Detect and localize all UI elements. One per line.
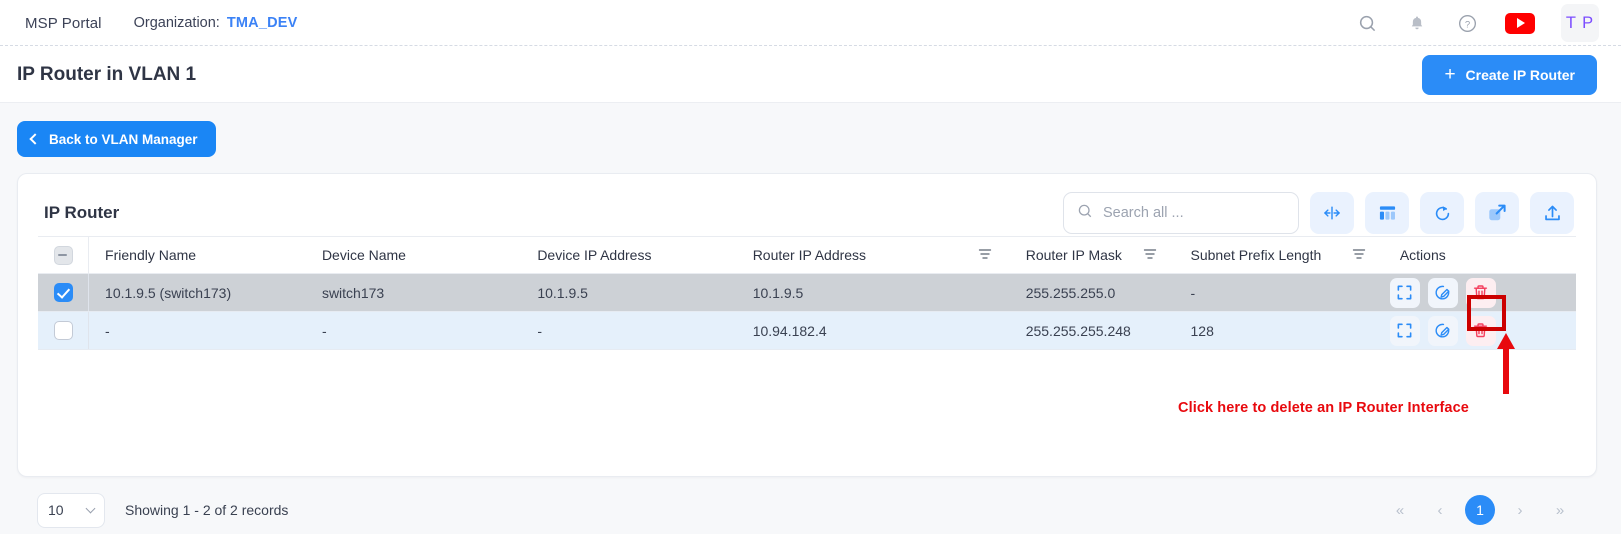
cell-friendly-name: 10.1.9.5 (switch173) (89, 274, 306, 312)
column-label: Router IP Mask (1026, 247, 1122, 263)
table-footer: 10 Showing 1 - 2 of 2 records « ‹ 1 › » (17, 481, 1597, 534)
back-to-vlan-manager-button[interactable]: Back to VLAN Manager (17, 121, 216, 157)
organization-value[interactable]: TMA_DEV (227, 15, 298, 31)
expand-row-icon[interactable] (1390, 316, 1420, 346)
page-size-value: 10 (48, 502, 64, 518)
column-label: Device IP Address (537, 247, 651, 263)
help-circle-icon[interactable]: ? (1455, 11, 1479, 35)
row-select-cell[interactable] (38, 312, 89, 350)
column-label: Router IP Address (753, 247, 866, 263)
column-label: Device Name (322, 247, 406, 263)
svg-text:?: ? (1464, 19, 1469, 30)
cell-subnet-prefix: 128 (1175, 312, 1384, 350)
select-all-cell[interactable] (38, 237, 89, 274)
pagination-last[interactable]: » (1545, 495, 1575, 525)
ip-router-card: IP Router (17, 173, 1597, 477)
top-bar: MSP Portal Organization: TMA_DEV ? T P (0, 0, 1621, 46)
page-size-select[interactable]: 10 (37, 493, 105, 528)
organization-selector[interactable]: Organization: TMA_DEV (134, 15, 298, 31)
content-area: Back to VLAN Manager IP Router (0, 103, 1621, 534)
column-settings-icon[interactable] (1365, 192, 1409, 234)
cell-device-name: - (306, 312, 521, 350)
cell-router-ip: 10.1.9.5 (737, 274, 1010, 312)
column-label: Actions (1400, 247, 1446, 263)
cell-router-mask: 255.255.255.0 (1010, 274, 1175, 312)
pagination-page-1[interactable]: 1 (1465, 495, 1495, 525)
app-brand: MSP Portal (25, 15, 102, 32)
search-input-wrapper[interactable] (1063, 192, 1299, 234)
delete-icon[interactable] (1466, 278, 1496, 308)
cell-device-name: switch173 (306, 274, 521, 312)
column-header-friendly-name[interactable]: Friendly Name (89, 237, 306, 274)
search-icon (1077, 203, 1093, 224)
pagination-next[interactable]: › (1505, 495, 1535, 525)
cell-friendly-name: - (89, 312, 306, 350)
expand-row-icon[interactable] (1390, 278, 1420, 308)
table-header-row: Friendly Name Device Name Device IP Addr… (38, 237, 1576, 274)
row-checkbox[interactable] (54, 321, 73, 340)
cell-subnet-prefix: - (1175, 274, 1384, 312)
column-header-router-ip-mask[interactable]: Router IP Mask (1010, 237, 1175, 274)
plus-icon: + (1444, 65, 1455, 84)
cell-router-ip: 10.94.182.4 (737, 312, 1010, 350)
filter-icon[interactable] (978, 247, 992, 263)
table-wrapper: Friendly Name Device Name Device IP Addr… (18, 236, 1596, 413)
search-icon[interactable] (1355, 11, 1379, 35)
column-label: Friendly Name (105, 247, 196, 263)
fit-columns-icon[interactable] (1310, 192, 1354, 234)
page-header: IP Router in VLAN 1 + Create IP Router (0, 46, 1621, 103)
pagination-prev[interactable]: ‹ (1425, 495, 1455, 525)
card-header: IP Router (18, 174, 1596, 236)
page-title: IP Router in VLAN 1 (17, 64, 196, 86)
table-row[interactable]: - - - 10.94.182.4 255.255.255.248 128 (38, 312, 1576, 350)
delete-icon[interactable] (1466, 316, 1496, 346)
column-header-actions: Actions (1384, 237, 1576, 274)
export-icon[interactable] (1530, 192, 1574, 234)
refresh-icon[interactable] (1420, 192, 1464, 234)
table-row[interactable]: 10.1.9.5 (switch173) switch173 10.1.9.5 … (38, 274, 1576, 312)
cell-device-ip: 10.1.9.5 (521, 274, 736, 312)
youtube-icon[interactable] (1505, 13, 1535, 34)
row-checkbox[interactable] (54, 283, 73, 302)
chevron-left-icon (29, 133, 40, 144)
create-ip-router-label: Create IP Router (1466, 67, 1575, 83)
card-title: IP Router (44, 203, 119, 223)
filter-icon[interactable] (1143, 247, 1157, 263)
organization-label: Organization: (134, 15, 220, 31)
search-input[interactable] (1103, 205, 1285, 221)
cell-router-mask: 255.255.255.248 (1010, 312, 1175, 350)
card-toolbar (1063, 192, 1574, 234)
cell-device-ip: - (521, 312, 736, 350)
pagination-first[interactable]: « (1385, 495, 1415, 525)
column-header-device-ip-address[interactable]: Device IP Address (521, 237, 736, 274)
cell-actions (1384, 274, 1576, 312)
column-header-device-name[interactable]: Device Name (306, 237, 521, 274)
expand-icon[interactable] (1475, 192, 1519, 234)
edit-icon[interactable] (1428, 278, 1458, 308)
back-button-label: Back to VLAN Manager (49, 132, 198, 147)
column-header-subnet-prefix-length[interactable]: Subnet Prefix Length (1175, 237, 1384, 274)
ip-router-table: Friendly Name Device Name Device IP Addr… (38, 236, 1576, 350)
records-summary: Showing 1 - 2 of 2 records (125, 502, 288, 518)
filter-icon[interactable] (1352, 247, 1366, 263)
column-header-router-ip-address[interactable]: Router IP Address (737, 237, 1010, 274)
bell-icon[interactable] (1405, 11, 1429, 35)
pagination: « ‹ 1 › » (1385, 495, 1575, 525)
edit-icon[interactable] (1428, 316, 1458, 346)
avatar[interactable]: T P (1561, 4, 1599, 42)
annotation-text: Click here to delete an IP Router Interf… (1178, 400, 1469, 416)
topbar-actions: ? T P (1355, 4, 1599, 42)
create-ip-router-button[interactable]: + Create IP Router (1422, 55, 1597, 95)
column-label: Subnet Prefix Length (1191, 247, 1322, 263)
chevron-down-icon (86, 503, 96, 513)
cell-actions (1384, 312, 1576, 350)
select-all-checkbox[interactable] (54, 246, 73, 265)
row-select-cell[interactable] (38, 274, 89, 312)
